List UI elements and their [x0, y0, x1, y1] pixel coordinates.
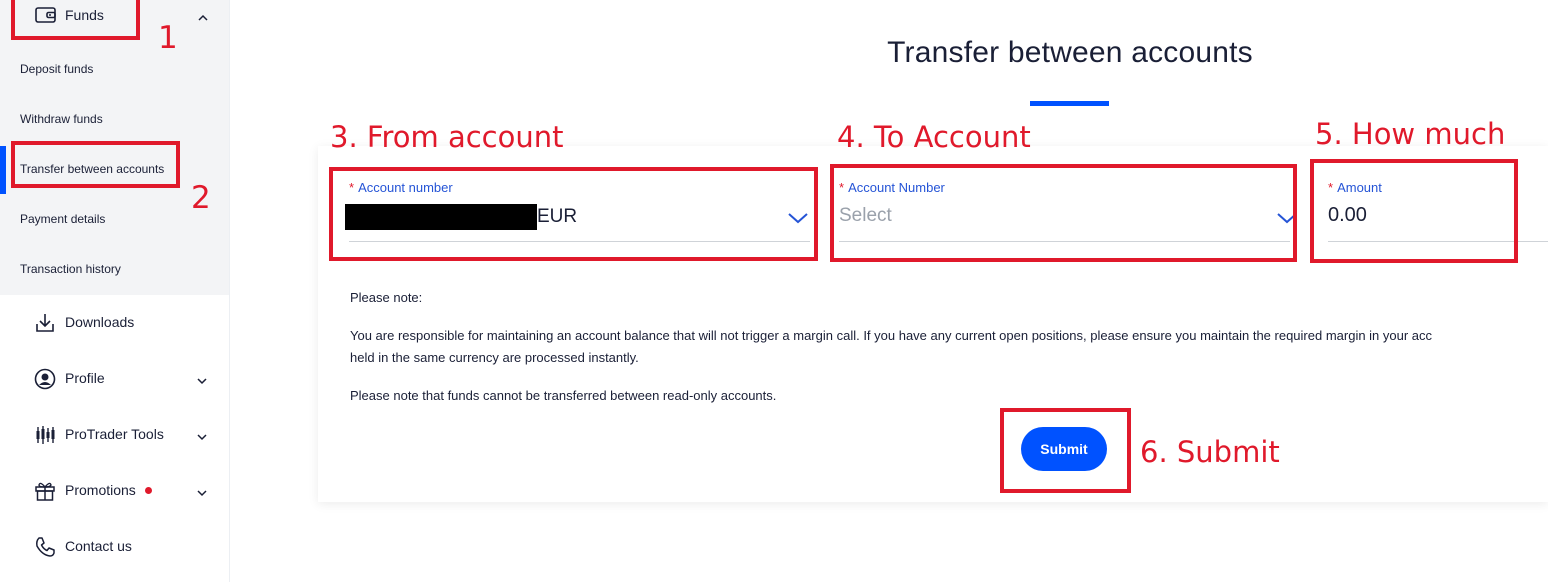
annotation-box-from-account — [329, 167, 818, 261]
sidebar-item-payment-details[interactable]: Payment details — [20, 212, 105, 226]
sidebar-item-profile-label: Profile — [65, 370, 105, 386]
chevron-down-icon[interactable] — [196, 372, 208, 390]
annotation-step-2: 2 — [191, 180, 211, 216]
annotation-box-to-account — [830, 164, 1297, 262]
sidebar-item-downloads-label: Downloads — [65, 314, 135, 330]
sidebar-item-contact-us[interactable]: Contact us — [0, 526, 229, 566]
note-margin-line-1: You are responsible for maintaining an a… — [350, 328, 1433, 343]
page-title: Transfer between accounts — [887, 36, 1253, 69]
sidebar-item-transaction-history[interactable]: Transaction history — [20, 262, 121, 276]
sidebar-item-downloads[interactable]: Downloads — [0, 302, 229, 342]
annotation-box-funds — [11, 0, 140, 40]
annotation-step-5: 5. How much — [1315, 117, 1506, 151]
sidebar-item-protrader-tools-label: ProTrader Tools — [65, 426, 164, 442]
candlestick-icon — [34, 424, 56, 451]
sidebar-item-withdraw-funds[interactable]: Withdraw funds — [20, 112, 103, 126]
download-icon — [34, 312, 56, 339]
sidebar-item-promotions[interactable]: Promotions — [0, 470, 229, 510]
note-heading: Please note: — [350, 290, 423, 305]
chevron-up-icon[interactable] — [197, 9, 209, 27]
annotation-step-6: 6. Submit — [1140, 435, 1280, 469]
annotation-step-4: 4. To Account — [837, 120, 1031, 154]
sidebar-item-profile[interactable]: Profile — [0, 358, 229, 398]
sidebar-item-protrader-tools[interactable]: ProTrader Tools — [0, 414, 229, 454]
annotation-box-transfer — [11, 141, 180, 188]
title-underline — [1030, 101, 1109, 106]
sidebar-item-contact-us-label: Contact us — [65, 538, 132, 554]
chevron-down-icon[interactable] — [196, 428, 208, 446]
annotation-box-submit — [1000, 408, 1131, 493]
gift-icon — [34, 480, 56, 507]
note-read-only: Please note that funds cannot be transfe… — [350, 388, 777, 403]
sidebar: Funds Deposit funds Withdraw funds Trans… — [0, 0, 230, 582]
annotation-step-1: 1 — [158, 20, 178, 56]
user-circle-icon — [34, 368, 56, 395]
sidebar-item-promotions-label: Promotions — [65, 482, 136, 498]
active-indicator — [0, 146, 6, 194]
phone-icon — [34, 536, 56, 563]
note-margin-line-2: held in the same currency are processed … — [350, 350, 639, 365]
notification-dot — [145, 487, 152, 494]
chevron-down-icon[interactable] — [196, 484, 208, 502]
annotation-box-amount — [1310, 159, 1518, 263]
annotation-step-3: 3. From account — [330, 120, 564, 154]
sidebar-item-deposit-funds[interactable]: Deposit funds — [20, 62, 93, 76]
